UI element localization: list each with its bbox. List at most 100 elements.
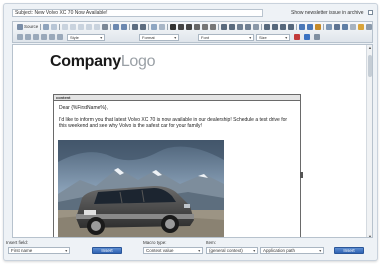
find-icon[interactable] — [132, 24, 138, 30]
strikethrough-icon[interactable] — [194, 24, 200, 30]
superscript-icon[interactable] — [210, 24, 216, 30]
text-color-icon[interactable] — [294, 34, 300, 40]
undo-icon[interactable] — [113, 24, 119, 30]
item-path-value: Application path — [263, 248, 296, 253]
select-all-icon[interactable] — [151, 24, 157, 30]
insert-bar: Insert field: First name ▼ Insert Macro t… — [6, 240, 373, 262]
company-logo: CompanyLogo — [50, 53, 156, 71]
outdent-icon[interactable] — [237, 24, 243, 30]
chevron-down-icon: ▼ — [284, 36, 288, 40]
numbered-list-icon[interactable] — [221, 24, 227, 30]
logo-suffix-text: Logo — [120, 53, 156, 70]
toolbar-separator — [110, 24, 111, 30]
new-page-icon[interactable] — [43, 24, 49, 30]
item-path-select[interactable]: Application path ▼ — [260, 247, 324, 254]
resize-handle[interactable] — [300, 172, 303, 178]
macro-type-select[interactable]: Context value ▼ — [143, 247, 203, 254]
link-icon[interactable] — [299, 24, 305, 30]
underline-icon[interactable] — [186, 24, 192, 30]
align-center-icon[interactable] — [272, 24, 278, 30]
subject-input[interactable]: Subject: New Volvo XC 70 Now Available! — [12, 9, 263, 17]
paste-word-icon[interactable] — [94, 24, 100, 30]
source-icon[interactable] — [17, 24, 23, 30]
content-region-header: content — [54, 95, 300, 101]
content-body: Dear {%FirstName%}, I'd like to inform y… — [59, 105, 295, 135]
paste-text-icon[interactable] — [86, 24, 92, 30]
size-select[interactable]: Size ▼ — [256, 34, 290, 41]
copy-icon[interactable] — [70, 24, 76, 30]
macro-type-value: Context value — [146, 248, 174, 253]
item-context-select[interactable]: (general context) ▼ — [206, 247, 258, 254]
indent-icon[interactable] — [245, 24, 251, 30]
anchor-icon[interactable] — [315, 24, 321, 30]
format-select[interactable]: Format ▼ — [139, 34, 179, 41]
unlink-icon[interactable] — [307, 24, 313, 30]
toolbar-separator — [218, 24, 219, 30]
bold-icon[interactable] — [170, 24, 176, 30]
toolbar-separator — [129, 24, 130, 30]
editor-scrollbar[interactable]: ▲ ▼ — [366, 45, 372, 237]
macro-type-label: Macro type: — [143, 240, 167, 245]
select-field-icon[interactable] — [57, 34, 63, 40]
toolbar-separator — [167, 24, 168, 30]
special-char-icon[interactable] — [366, 24, 372, 30]
align-right-icon[interactable] — [280, 24, 286, 30]
horizontal-rule-icon[interactable] — [350, 24, 356, 30]
font-select-label: Font — [201, 35, 210, 40]
insert-field-value: First name — [11, 248, 33, 253]
item-label: Item: — [206, 240, 217, 245]
toolbar-separator — [148, 24, 149, 30]
remove-format-icon[interactable] — [159, 24, 165, 30]
textarea-icon[interactable] — [49, 34, 55, 40]
flash-icon[interactable] — [334, 24, 340, 30]
align-justify-icon[interactable] — [288, 24, 294, 30]
insert-field-button[interactable]: Insert — [92, 247, 122, 254]
toolbar-separator — [261, 24, 262, 30]
chevron-down-icon: ▼ — [248, 36, 252, 40]
print-icon[interactable] — [102, 24, 108, 30]
preview-icon[interactable] — [51, 24, 57, 30]
smiley-icon[interactable] — [358, 24, 364, 30]
scroll-up-icon[interactable]: ▲ — [367, 45, 372, 50]
item-context-value: (general context) — [209, 248, 243, 253]
scroll-down-icon[interactable]: ▼ — [367, 234, 372, 237]
show-in-archive-label: Show newsletter issue in archive — [291, 10, 364, 16]
scroll-thumb[interactable] — [368, 55, 372, 77]
newsletter-editor-window: Subject: New Volvo XC 70 Now Available! … — [3, 3, 378, 261]
image-icon[interactable] — [326, 24, 332, 30]
replace-icon[interactable] — [140, 24, 146, 30]
style-select-label: Style — [70, 35, 79, 40]
insert-macro-button[interactable]: Insert — [334, 247, 364, 254]
table-icon[interactable] — [342, 24, 348, 30]
align-left-icon[interactable] — [264, 24, 270, 30]
italic-icon[interactable] — [178, 24, 184, 30]
car-image — [58, 140, 224, 237]
checkbox-icon[interactable] — [25, 34, 31, 40]
body-text: I'd like to inform you that latest Volvo… — [59, 116, 288, 130]
subscript-icon[interactable] — [202, 24, 208, 30]
form-icon[interactable] — [17, 34, 23, 40]
font-select[interactable]: Font ▼ — [198, 34, 254, 41]
blockquote-icon[interactable] — [253, 24, 259, 30]
insert-field-select[interactable]: First name ▼ — [8, 247, 70, 254]
radio-icon[interactable] — [33, 34, 39, 40]
bulleted-list-icon[interactable] — [229, 24, 235, 30]
toolbar-separator — [59, 24, 60, 30]
background-color-icon[interactable] — [304, 34, 310, 40]
editor-area[interactable]: CompanyLogo content Dear {%FirstName%}, … — [12, 44, 373, 238]
paste-icon[interactable] — [78, 24, 84, 30]
maximize-icon[interactable] — [314, 34, 320, 40]
subject-row: Subject: New Volvo XC 70 Now Available! … — [9, 8, 375, 18]
source-button[interactable]: Source — [24, 24, 38, 30]
textfield-icon[interactable] — [41, 34, 47, 40]
toolbar-row-1: Source — [15, 23, 372, 32]
toolbar-separator — [40, 24, 41, 30]
greeting-text: Dear {%FirstName%}, — [59, 105, 108, 111]
editor-toolbar: Source Style ▼ Format ▼ Font ▼ Size ▼ — [12, 21, 373, 43]
show-in-archive-toggle[interactable]: Show newsletter issue in archive — [291, 9, 375, 17]
redo-icon[interactable] — [121, 24, 127, 30]
show-in-archive-checkbox[interactable] — [368, 10, 373, 15]
style-select[interactable]: Style ▼ — [67, 34, 105, 41]
cut-icon[interactable] — [62, 24, 68, 30]
format-select-label: Format — [142, 35, 155, 40]
